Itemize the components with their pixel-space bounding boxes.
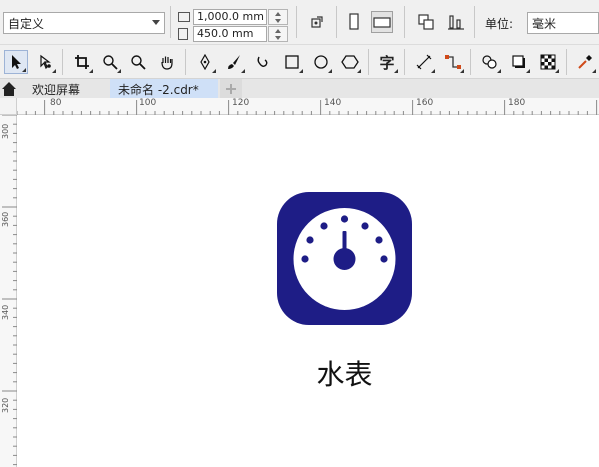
ellipse-icon: [314, 55, 328, 69]
pointer-arrow-icon: [12, 55, 21, 69]
ruler-label: 100: [139, 98, 157, 108]
crop-icon: [75, 55, 89, 69]
rectangle-tool[interactable]: [280, 50, 304, 74]
icon-caption-text: 水表: [316, 358, 373, 391]
pan-tool[interactable]: [155, 50, 179, 74]
ruler-origin[interactable]: [0, 98, 17, 115]
rectangle-icon: [285, 55, 299, 69]
ruler-ticks: [2, 115, 17, 466]
polygon-tool[interactable]: [338, 50, 362, 74]
water-meter-gauge-icon: [293, 208, 396, 310]
current-page-icon: [448, 15, 464, 30]
horizontal-ruler[interactable]: 80 100 120 140 160 180: [17, 98, 599, 115]
all-pages-button[interactable]: [415, 11, 437, 33]
portrait-page-icon: [349, 13, 359, 30]
tab-label: 欢迎屏幕: [32, 82, 81, 97]
hand-icon: [161, 56, 173, 70]
ruler-label: 120: [232, 98, 250, 108]
hexagon-icon: [341, 55, 359, 69]
blend-tool[interactable]: [478, 50, 502, 74]
all-pages-icon: [418, 14, 434, 30]
ruler-label: 160: [416, 98, 434, 108]
water-meter-app-icon[interactable]: [277, 192, 412, 325]
units-value: 毫米: [532, 16, 557, 31]
ellipse-tool[interactable]: [309, 50, 333, 74]
portrait-button[interactable]: [343, 11, 365, 33]
dimension-line-icon: [416, 54, 432, 70]
divider: [170, 6, 171, 38]
pick-tool[interactable]: [4, 50, 28, 74]
chevron-down-icon: [152, 20, 160, 25]
tab-untitled-document[interactable]: 未命名 -2.cdr*: [110, 79, 218, 99]
document-tabs: 欢迎屏幕 未命名 -2.cdr*: [0, 78, 599, 99]
parallel-dimension-tool[interactable]: [412, 50, 436, 74]
toolbox: 字: [0, 44, 599, 78]
ruler-label: 180: [508, 98, 526, 108]
add-tab-button[interactable]: [220, 79, 242, 99]
landscape-button[interactable]: [371, 11, 393, 33]
divider: [62, 49, 63, 75]
page-preset-value: 自定义: [8, 16, 45, 31]
tab-label: 未命名 -2.cdr*: [118, 82, 199, 97]
page-height-icon: [178, 28, 188, 40]
drop-shadow-tool[interactable]: [507, 50, 531, 74]
page-preset-select[interactable]: 自定义: [3, 12, 165, 34]
artistic-media-tool[interactable]: [222, 50, 246, 74]
units-select[interactable]: 毫米: [527, 12, 599, 34]
ruler-label: 360: [1, 211, 10, 227]
divider: [404, 6, 405, 38]
units-label: 单位:: [485, 17, 514, 31]
magnifier-icon: [131, 55, 146, 70]
plus-icon: [226, 84, 236, 94]
current-page-button[interactable]: [445, 11, 467, 33]
property-bar: 自定义 1,000.0 mm 450.0 mm 单位: 毫米: [0, 0, 599, 44]
page-height-field[interactable]: 450.0 mm: [193, 26, 267, 42]
page-width-field[interactable]: 1,000.0 mm: [193, 9, 267, 25]
crop-tool[interactable]: [70, 50, 94, 74]
zoom-tool[interactable]: [98, 50, 122, 74]
divider: [474, 6, 475, 38]
connector-icon: [445, 55, 461, 69]
tab-welcome-screen[interactable]: 欢迎屏幕: [24, 79, 88, 99]
pen-nib-icon: [200, 54, 210, 70]
magnifier-icon: [103, 55, 118, 70]
transparency-tool[interactable]: [536, 50, 560, 74]
divider: [185, 49, 186, 75]
resize-page-icon: [311, 16, 323, 28]
divider: [470, 49, 471, 75]
eyedropper-icon: [578, 55, 592, 69]
home-icon[interactable]: [0, 80, 18, 98]
zoom-out-tool[interactable]: [126, 50, 150, 74]
ruler-label: 340: [1, 304, 10, 320]
drop-shadow-icon: [512, 55, 525, 68]
connector-tool[interactable]: [441, 50, 465, 74]
ruler-label: 140: [324, 98, 342, 108]
landscape-page-icon: [373, 17, 391, 28]
checkerboard-icon: [540, 54, 556, 70]
shape-tool[interactable]: [33, 50, 57, 74]
divider: [404, 49, 405, 75]
page-height-spinner[interactable]: [268, 26, 288, 42]
page-width-icon: [178, 12, 190, 22]
text-tool-glyph: 字: [379, 53, 395, 72]
smart-drawing-tool[interactable]: [251, 50, 275, 74]
vertical-ruler[interactable]: 300 360 340 320: [0, 115, 17, 467]
divider: [566, 49, 567, 75]
curve-hook-icon: [257, 56, 268, 67]
brush-icon: [228, 55, 240, 69]
shape-node-icon: [40, 54, 51, 70]
divider: [368, 49, 369, 75]
divider: [336, 6, 337, 38]
page-width-spinner[interactable]: [268, 9, 288, 25]
ruler-label: 80: [50, 98, 62, 108]
text-tool[interactable]: 字: [375, 50, 399, 74]
pen-tool[interactable]: [193, 50, 217, 74]
ruler-label: 300: [1, 123, 10, 139]
ruler-label: 320: [1, 397, 10, 413]
divider: [296, 6, 297, 38]
blend-circles-icon: [482, 55, 497, 69]
eyedropper-tool[interactable]: [573, 50, 597, 74]
page-size-all-pages-button[interactable]: [306, 11, 328, 33]
drawing-canvas[interactable]: 水表: [17, 115, 599, 467]
